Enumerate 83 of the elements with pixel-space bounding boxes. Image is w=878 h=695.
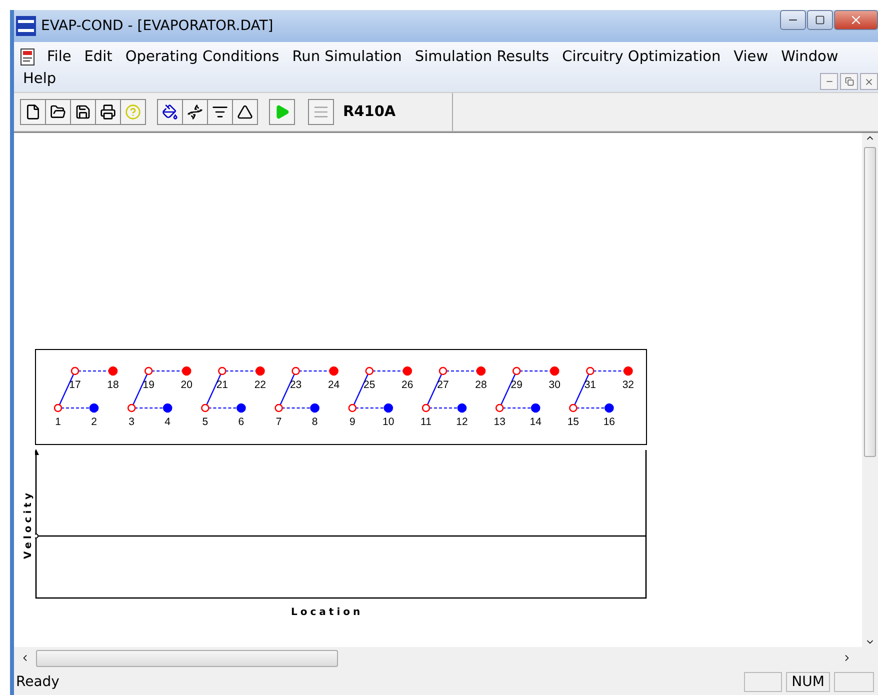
tube-label: 2 [91,416,97,428]
menu-item[interactable]: Edit [79,46,120,68]
tube-label: 30 [548,379,560,391]
paint-bucket-icon [162,104,178,120]
tube-label: 6 [238,416,244,428]
restore-icon [844,77,854,86]
menu-item[interactable]: Help [18,68,64,90]
tube-label: 26 [402,379,414,391]
tube-label: 32 [622,379,634,391]
close-button[interactable] [834,10,878,30]
status-pane [834,672,874,692]
tube-label: 13 [494,416,506,428]
dashed-link [224,370,257,372]
triangle-icon [237,104,253,120]
window-title: EVAP-COND - [EVAPORATOR.DAT] [41,18,274,34]
tube-label: 24 [328,379,340,391]
dashed-link [151,370,184,372]
tube-label: 25 [364,379,376,391]
tube-label: 22 [254,379,266,391]
help-icon [125,104,141,120]
toolbar-button[interactable] [157,99,183,125]
refrigerant-label: R410A [343,93,453,131]
tube-label: 10 [382,416,394,428]
tube-label: 12 [456,416,468,428]
tube-label: 28 [475,379,487,391]
dashed-link [446,370,478,372]
toolbar-button[interactable] [45,99,71,125]
menu-item[interactable]: Operating Conditions [120,46,288,68]
dashed-link [519,370,552,372]
menu-item[interactable]: Run Simulation [287,46,410,68]
tube-label: 8 [312,416,318,428]
tube-label: 15 [567,416,580,428]
tube-label: 20 [180,379,192,391]
tube-label: 1 [55,416,61,428]
vertical-scrollbar[interactable] [862,133,878,647]
play-icon [274,104,290,120]
dashed-link [78,370,110,372]
tube-label: 14 [530,416,542,428]
tube-label: 9 [349,416,356,428]
tube-label: 23 [290,379,302,391]
list-icon [313,104,329,120]
status-pane [744,672,782,692]
tube-label: 27 [437,379,449,391]
menu-item[interactable]: Circuitry Optimization [557,46,729,68]
close-icon [864,76,874,86]
status-text: Ready [15,674,60,690]
save-icon [75,104,91,120]
printer-icon [100,104,116,120]
app-icon [16,16,36,36]
axis-label: Location [291,607,364,618]
tube-label: 19 [142,379,154,391]
tube-label: 11 [420,416,432,428]
maximize-icon [815,15,825,25]
status-indicator: NUM [786,672,830,692]
menu-item[interactable]: File [42,46,80,68]
toolbar-button[interactable] [207,99,233,125]
dashed-link [592,370,625,372]
tube-label: 17 [69,379,81,391]
filter-list-icon [212,104,228,120]
menu-item[interactable]: View [728,46,776,68]
tube-label: 16 [603,416,616,428]
open-folder-icon [50,104,66,120]
toolbar-button[interactable] [70,99,96,125]
tube-label: 4 [164,416,171,428]
tube-label: 29 [510,379,522,391]
restore-button[interactable] [840,73,858,90]
tube-label: 18 [107,379,119,391]
tube-label: 3 [128,416,135,428]
toolbar-button[interactable] [232,99,258,125]
tube-label: 5 [202,416,208,428]
menu-item[interactable]: Window [776,46,846,68]
close-icon [849,13,863,27]
toolbar-button[interactable] [20,99,46,125]
tube-label: 7 [276,416,282,428]
dashed-link [372,370,404,372]
toolbar-button[interactable] [182,99,208,125]
tube-label: 31 [584,379,596,391]
new-file-icon [25,104,41,120]
toolbar-button[interactable] [95,99,121,125]
axis-label: Velocity [22,490,34,558]
menu-item[interactable]: Simulation Results [410,46,558,68]
tube-label: 21 [216,379,228,391]
maximize-button[interactable] [807,10,833,30]
